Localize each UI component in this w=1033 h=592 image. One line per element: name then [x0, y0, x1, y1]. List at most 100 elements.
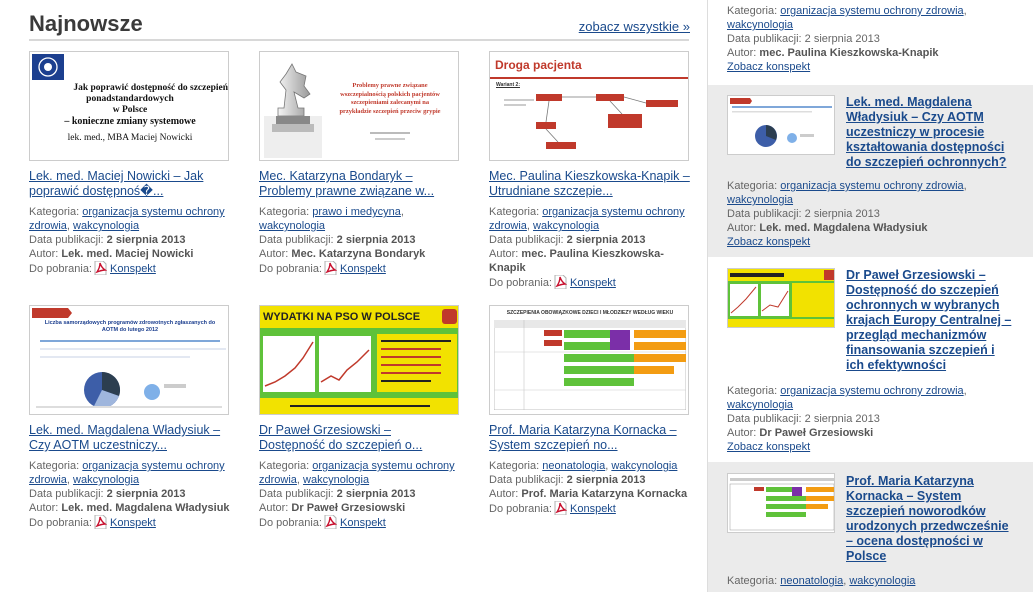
- thumb-text: Jak poprawić dostępność do szczepień: [73, 83, 228, 93]
- article-title-link[interactable]: Lek. med. Maciej Nowicki – Jak poprawić …: [29, 169, 230, 199]
- chart-graphic-icon: [730, 98, 832, 147]
- author-name: Lek. med. Maciej Nowicki: [61, 248, 194, 260]
- category-link[interactable]: wakcynologia: [259, 220, 325, 232]
- publication-date: 2 sierpnia 2013: [566, 474, 646, 486]
- article-title-link[interactable]: Prof. Maria Katarzyna Kornacka – System …: [489, 423, 690, 453]
- sidebar-thumbnail[interactable]: [727, 268, 835, 328]
- article-thumbnail[interactable]: Jak poprawić dostępność do szczepień pon…: [29, 51, 229, 161]
- view-summary-link[interactable]: Zobacz konspekt: [727, 441, 810, 453]
- sidebar-item: Kategoria: organizacja systemu ochrony z…: [708, 0, 1033, 85]
- sidebar-item-title-link[interactable]: Prof. Maria Katarzyna Kornacka – System …: [846, 474, 1016, 564]
- article-title-link[interactable]: Mec. Paulina Kieszkowska-Knapik – Utrudn…: [489, 169, 690, 199]
- category-link[interactable]: wakcynologia: [73, 474, 139, 486]
- publication-date: 2 sierpnia 2013: [566, 234, 646, 246]
- category-link[interactable]: organizacja systemu ochrony zdrowia: [780, 385, 963, 397]
- download-link[interactable]: Konspekt: [110, 517, 156, 529]
- pdf-icon[interactable]: [324, 515, 337, 529]
- table-graphic-icon: [494, 320, 686, 410]
- download-label: Do pobrania:: [489, 277, 552, 289]
- author-label: Autor:: [727, 427, 757, 439]
- category-link[interactable]: wakcynologia: [727, 19, 793, 31]
- article-thumbnail[interactable]: WYDATKI NA PSO W POLSCE: [259, 305, 459, 415]
- article-meta: Kategoria: organizacja systemu ochrony z…: [259, 460, 455, 529]
- download-label: Do pobrania:: [259, 263, 322, 275]
- pdf-icon[interactable]: [94, 515, 107, 529]
- category-link[interactable]: wakcynologia: [727, 194, 793, 206]
- thumb-text: Liczba samorządowych programów zdrowotny…: [44, 320, 216, 326]
- article-thumbnail[interactable]: Liczba samorządowych programów zdrowotny…: [29, 305, 229, 415]
- sidebar-item: Prof. Maria Katarzyna Kornacka – System …: [708, 462, 1033, 592]
- author-label: Autor:: [727, 222, 757, 234]
- date-label: Data publikacji:: [727, 413, 802, 425]
- download-label: Do pobrania:: [29, 517, 92, 529]
- sidebar-thumbnail[interactable]: [727, 95, 835, 155]
- author-label: Autor:: [727, 47, 757, 59]
- category-label: Kategoria:: [727, 180, 778, 192]
- download-link[interactable]: Konspekt: [570, 277, 616, 289]
- author-label: Autor:: [29, 502, 59, 514]
- category-link[interactable]: wakcynologia: [73, 220, 139, 232]
- download-label: Do pobrania:: [259, 517, 322, 529]
- article-card: WYDATKI NA PSO W POLSCE Dr Paweł Grzesio…: [259, 305, 460, 530]
- publication-date: 2 sierpnia 2013: [804, 208, 880, 220]
- download-label: Do pobrania:: [29, 263, 92, 275]
- flow-diagram-icon: [504, 94, 678, 149]
- thumb-text: Droga pacjenta: [495, 58, 582, 72]
- article-title-link[interactable]: Lek. med. Magdalena Władysiuk – Czy AOTM…: [29, 423, 230, 453]
- publication-date: 2 sierpnia 2013: [336, 234, 416, 246]
- pdf-icon[interactable]: [554, 275, 567, 289]
- publication-date: 2 sierpnia 2013: [804, 33, 880, 45]
- category-link[interactable]: wakcynologia: [303, 474, 369, 486]
- category-link[interactable]: wakcynologia: [533, 220, 599, 232]
- pdf-icon[interactable]: [324, 261, 337, 275]
- category-link[interactable]: wakcynologia: [611, 460, 677, 472]
- article-card: Droga pacjenta Wariant 2: Mec. Paulina K…: [489, 51, 690, 290]
- category-link[interactable]: wakcynologia: [849, 575, 915, 587]
- sidebar-thumbnail[interactable]: [727, 473, 835, 533]
- thumb-text: WYDATKI NA PSO W POLSCE: [263, 311, 421, 323]
- title-divider: [29, 39, 689, 41]
- author-label: Autor:: [489, 488, 519, 500]
- author-name: Dr Paweł Grzesiowski: [291, 502, 406, 514]
- thumb-text: przykładzie szczepień przeciw grypie: [339, 107, 441, 115]
- sidebar-item-meta: Kategoria: organizacja systemu ochrony z…: [727, 5, 967, 73]
- thumb-text: Problemy prawne związane: [352, 82, 428, 89]
- sidebar-item: Lek. med. Magdalena Władysiuk – Czy AOTM…: [708, 85, 1033, 257]
- author-name: mec. Paulina Kieszkowska-Knapik: [759, 47, 939, 59]
- article-thumbnail[interactable]: Problemy prawne związane wszczepialności…: [259, 51, 459, 161]
- article-thumbnail[interactable]: Droga pacjenta Wariant 2:: [489, 51, 689, 161]
- author-label: Autor:: [489, 248, 519, 260]
- download-link[interactable]: Konspekt: [340, 517, 386, 529]
- category-link[interactable]: neonatologia: [780, 575, 843, 587]
- article-title-link[interactable]: Mec. Katarzyna Bondaryk – Problemy prawn…: [259, 169, 460, 199]
- category-link[interactable]: neonatologia: [542, 460, 605, 472]
- category-label: Kategoria:: [489, 460, 540, 472]
- author-name: Lek. med. Magdalena Władysiuk: [759, 222, 928, 234]
- article-meta: Kategoria: neonatologia, wakcynologia Da…: [489, 460, 688, 515]
- thumb-text: SZCZEPIENIA OBOWIĄZKOWE DZIECI I MŁODZIE…: [506, 310, 674, 316]
- article-thumbnail[interactable]: SZCZEPIENIA OBOWIĄZKOWE DZIECI I MŁODZIE…: [489, 305, 689, 415]
- article-title-link[interactable]: Dr Paweł Grzesiowski – Dostępność do szc…: [259, 423, 460, 453]
- sidebar-item-title-link[interactable]: Lek. med. Magdalena Władysiuk – Czy AOTM…: [846, 95, 1016, 170]
- pdf-icon[interactable]: [554, 501, 567, 515]
- category-label: Kategoria:: [727, 575, 778, 587]
- view-summary-link[interactable]: Zobacz konspekt: [727, 236, 810, 248]
- author-name: Lek. med. Magdalena Władysiuk: [61, 502, 230, 514]
- sidebar-item-title-link[interactable]: Dr Paweł Grzesiowski – Dostępność do szc…: [846, 268, 1016, 373]
- view-summary-link[interactable]: Zobacz konspekt: [727, 61, 810, 73]
- author-label: Autor:: [259, 248, 289, 260]
- pdf-icon[interactable]: [94, 261, 107, 275]
- download-link[interactable]: Konspekt: [340, 263, 386, 275]
- category-label: Kategoria:: [29, 460, 80, 472]
- category-link[interactable]: wakcynologia: [727, 399, 793, 411]
- author-label: Autor:: [259, 502, 289, 514]
- category-link[interactable]: organizacja systemu ochrony zdrowia: [780, 180, 963, 192]
- thumb-text: AOTM do lutego 2012: [101, 327, 159, 333]
- category-link[interactable]: prawo i medycyna: [312, 206, 401, 218]
- sidebar-item-meta: Kategoria: neonatologia, wakcynologia: [727, 575, 916, 587]
- see-all-link[interactable]: zobacz wszystkie »: [579, 19, 690, 34]
- download-link[interactable]: Konspekt: [570, 503, 616, 515]
- download-link[interactable]: Konspekt: [110, 263, 156, 275]
- date-label: Data publikacji:: [259, 234, 334, 246]
- category-link[interactable]: organizacja systemu ochrony zdrowia: [780, 5, 963, 17]
